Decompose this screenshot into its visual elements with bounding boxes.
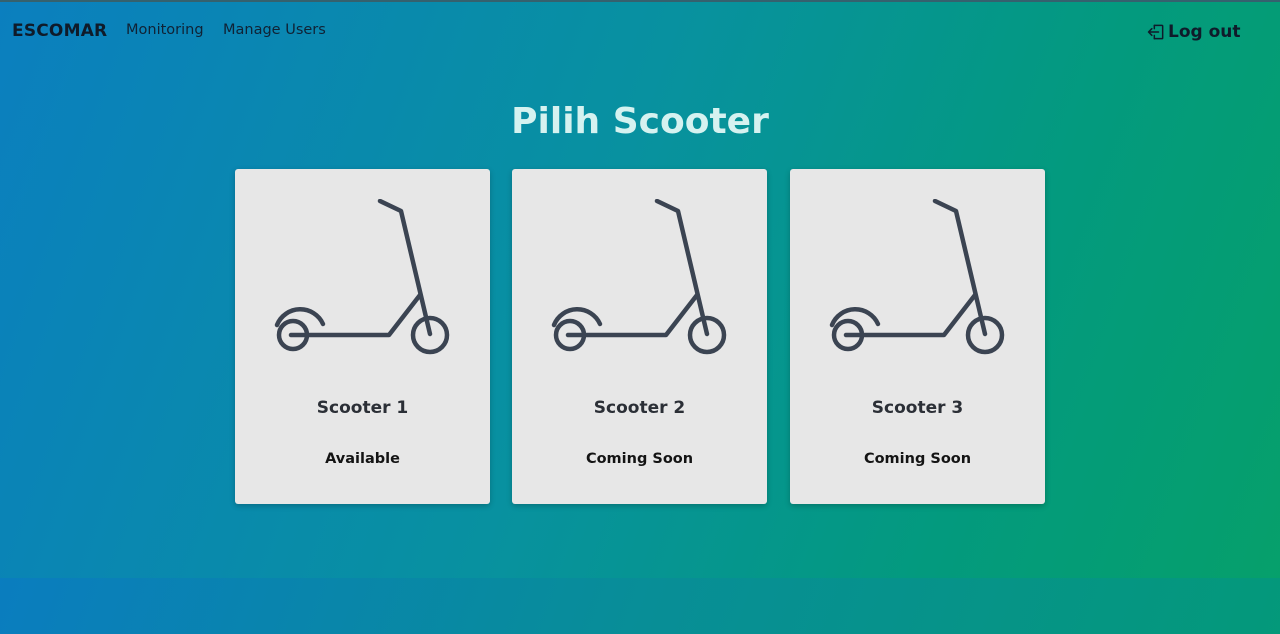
page-title: Pilih Scooter xyxy=(511,101,769,142)
scooter-name: Scooter 1 xyxy=(316,398,409,418)
nav-link-manage-users[interactable]: Manage Users xyxy=(223,22,326,38)
scooter-card-1[interactable]: Scooter 1 Available xyxy=(235,169,490,504)
logout-button[interactable]: Log out xyxy=(1146,19,1241,45)
scooter-status: Available xyxy=(325,451,400,467)
footer xyxy=(0,578,1280,634)
scooter-icon xyxy=(274,199,450,355)
scooter-icon xyxy=(551,199,727,355)
logout-icon xyxy=(1147,24,1164,40)
logout-label: Log out xyxy=(1168,22,1241,42)
scooter-icon xyxy=(829,199,1005,355)
scooter-name: Scooter 2 xyxy=(593,398,686,418)
navbar: ESCOMAR Monitoring Manage Users Log out xyxy=(0,2,1280,58)
scooter-card-3[interactable]: Scooter 3 Coming Soon xyxy=(790,169,1045,504)
scooter-card-2[interactable]: Scooter 2 Coming Soon xyxy=(512,169,767,504)
nav-link-monitoring[interactable]: Monitoring xyxy=(126,22,204,38)
scooter-list: Scooter 1 Available Scooter 2 Coming Soo… xyxy=(235,169,1045,504)
brand-logo[interactable]: ESCOMAR xyxy=(12,21,107,41)
scooter-name: Scooter 3 xyxy=(871,398,964,418)
scooter-status: Coming Soon xyxy=(863,451,972,467)
scooter-status: Coming Soon xyxy=(585,451,694,467)
